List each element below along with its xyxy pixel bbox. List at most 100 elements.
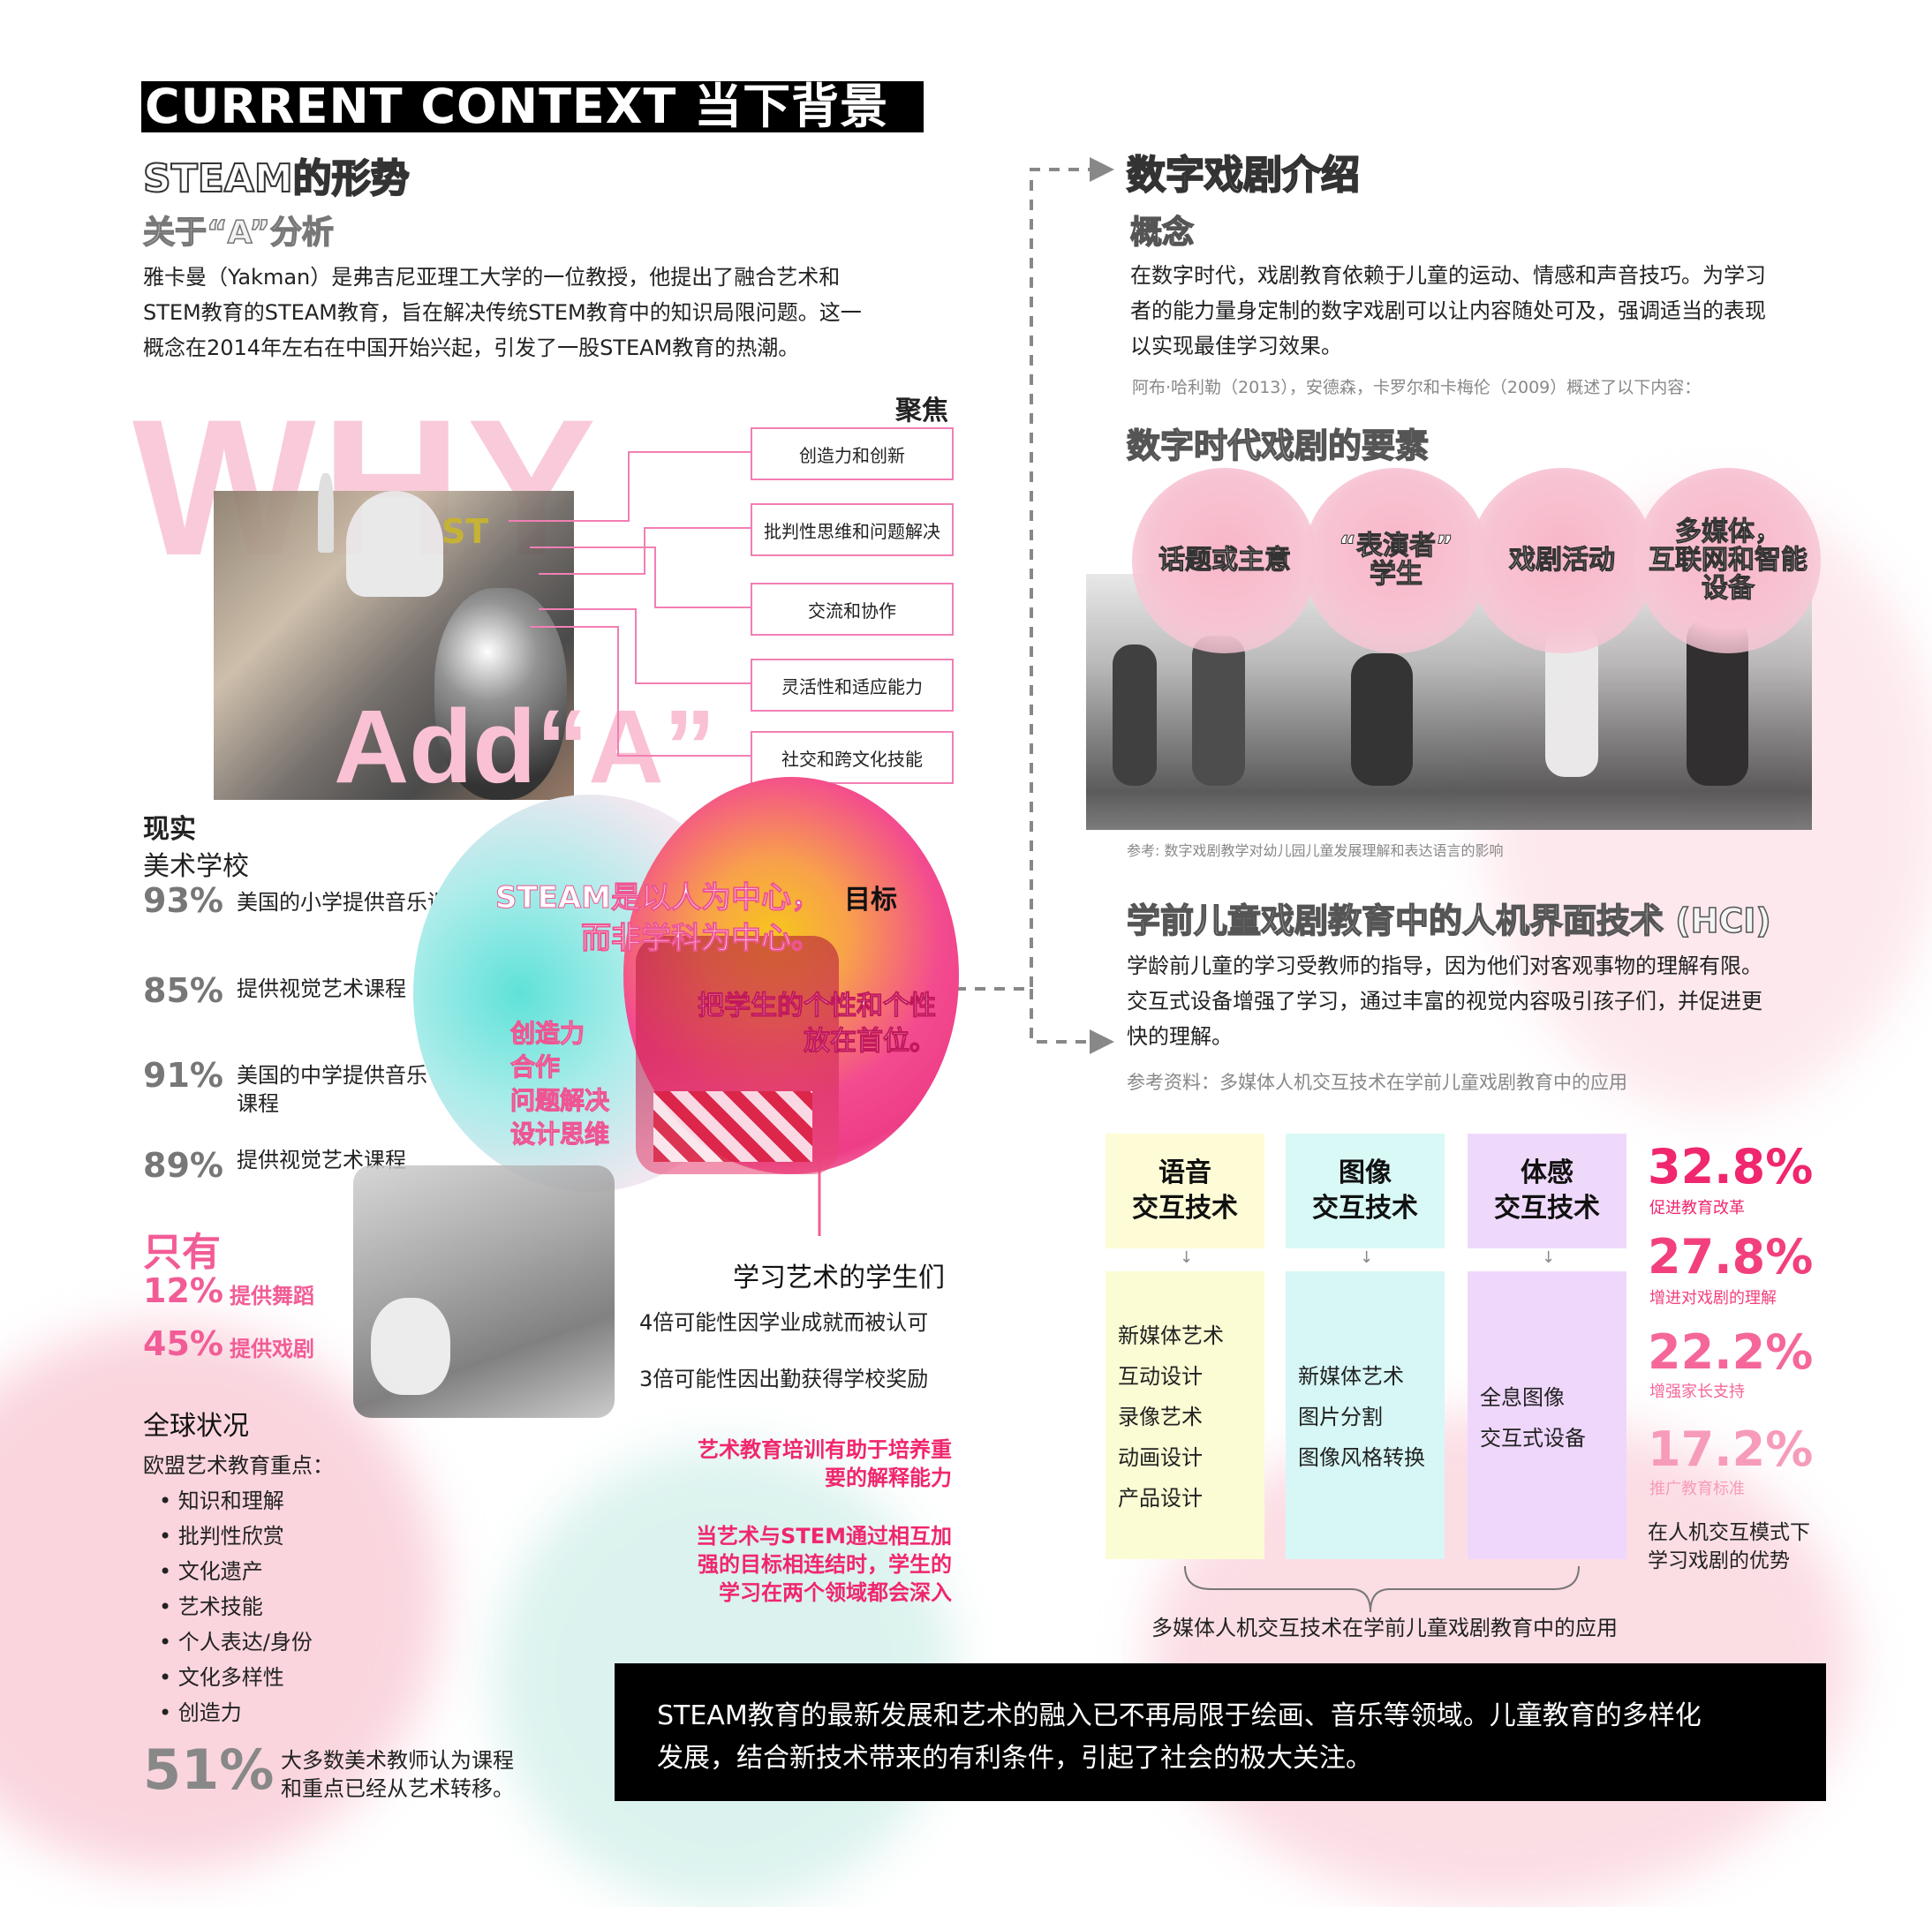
pink-note-line: 要的解释能力 — [825, 1466, 952, 1490]
hci-title: 学前儿童戏剧教育中的人机界面技术 (HCI) — [1126, 901, 1771, 941]
connector-line — [509, 451, 751, 522]
pink-note-interpretation: 艺术教育培训有助于培养重 要的解释能力 — [671, 1436, 952, 1492]
students-title: 学习艺术的学生们 — [733, 1263, 945, 1293]
student-first-statement: 把学生的个性和个性 放在首位。 — [680, 989, 937, 1059]
pink-note-deep-learning: 当艺术与STEM通过相互加 强的目标相连结时，学生的 学习在两个领域都会深入 — [653, 1522, 952, 1607]
down-arrow-icon: ↓ — [1360, 1248, 1374, 1267]
eu-bullet-text: 创造力 — [177, 1700, 242, 1725]
tech-item: 动画设计 — [1118, 1445, 1203, 1470]
eu-bullet-text: 个人表达/身份 — [177, 1630, 313, 1654]
tech-item: 录像艺术 — [1118, 1405, 1203, 1429]
eu-bullet: • 文化遗产 — [159, 1559, 263, 1584]
kid-silhouette — [1113, 644, 1157, 786]
hci-reference: 参考资料：多媒体人机交互技术在学前儿童戏剧教育中的应用 — [1127, 1072, 1627, 1093]
tech-item: 图片分割 — [1298, 1405, 1383, 1429]
element-bubble-topic: 话题或主意 — [1132, 468, 1317, 653]
tech-item: 交互式设备 — [1480, 1426, 1586, 1451]
tech-head-line: 交互技术 — [1312, 1193, 1418, 1224]
down-arrow-icon: ↓ — [1542, 1248, 1556, 1267]
student-fact: 4倍可能性因学业成就而被认可 — [639, 1310, 929, 1335]
final-stat-value: 51% — [143, 1737, 275, 1802]
only-stat-value: 12% — [143, 1271, 223, 1310]
down-arrow-icon: ↓ — [1180, 1248, 1194, 1267]
stat-value: 91% — [143, 1056, 223, 1095]
tech-column-head-motion: 体感 交互技术 — [1468, 1134, 1626, 1248]
student-fact: 3倍可能性因出勤获得学校奖励 — [639, 1367, 929, 1391]
dashed-connector-bottom — [1030, 989, 1091, 1044]
stat-text: 美国的中学提供音乐课程 — [237, 1063, 427, 1116]
advantage-pct: 27.8% — [1648, 1229, 1814, 1285]
advantage-pct: 22.2% — [1648, 1324, 1814, 1380]
global-label: 全球状况 — [143, 1411, 249, 1442]
eu-bullet-text: 知识和理解 — [177, 1489, 284, 1513]
tech-item: 图像风格转换 — [1298, 1445, 1425, 1470]
element-bubble-multimedia: 多媒体， 互联网和智能 设备 — [1635, 468, 1821, 653]
concept-paragraph: 在数字时代，戏剧教育依赖于儿童的运动、情感和声音技巧。为学习 者的能力量身定制的… — [1130, 258, 1837, 364]
eu-bullet: • 艺术技能 — [159, 1594, 263, 1619]
only-stat-value: 45% — [143, 1324, 223, 1363]
kid-silhouette — [1351, 653, 1413, 786]
student-first-line: 把学生的个性和个性 — [698, 991, 937, 1022]
element-bubble-activity: 戏剧活动 — [1469, 468, 1655, 653]
footer-summary-box: STEAM教育的最新发展和艺术的融入已不再局限于绘画、音乐等领域。儿童教育的多样… — [615, 1663, 1826, 1801]
only-stat-text: 提供戏剧 — [230, 1337, 314, 1361]
tech-brace — [1184, 1565, 1580, 1613]
skill-item: 设计思维 — [509, 1119, 610, 1149]
art-school-label: 美术学校 — [143, 851, 249, 882]
final-stat-line: 和重点已经从艺术转移。 — [281, 1776, 514, 1801]
advantage-pct-label: 推广教育标准 — [1649, 1480, 1745, 1498]
checker-floor — [653, 1091, 812, 1162]
tech-item: 新媒体艺术 — [1118, 1323, 1224, 1348]
skill-item: 合作 — [509, 1052, 561, 1082]
hci-line: 学龄前儿童的学习受教师的指导，因为他们对客观事物的理解有限。 — [1127, 954, 1762, 978]
connector-line — [539, 608, 751, 684]
advantage-pct-label: 促进教育改革 — [1649, 1199, 1745, 1217]
stat-value: 89% — [143, 1146, 223, 1185]
stat-value: 85% — [143, 971, 223, 1010]
concept-label: 概念 — [1129, 214, 1195, 252]
eu-bullet-text: 文化多样性 — [177, 1665, 284, 1690]
only-label: 只有 — [143, 1230, 221, 1275]
steam-statement: STEAM是以人为中心， 而非学科为中心。 — [477, 878, 821, 959]
photo-reference: 参考: 数字戏剧教学对幼儿园儿童发展理解和表达语言的影响 — [1127, 842, 1504, 859]
skill-item: 问题解决 — [509, 1086, 610, 1116]
advantage-line: 在人机交互模式下 — [1648, 1521, 1810, 1544]
only-stat-text: 提供舞蹈 — [230, 1284, 314, 1308]
concept-line: 者的能力量身定制的数字戏剧可以让内容随处可及，强调适当的表现 — [1130, 298, 1766, 323]
tech-item: 互动设计 — [1118, 1364, 1203, 1389]
bubble-line: 互联网和智能 — [1649, 545, 1808, 576]
stat-value: 93% — [143, 881, 223, 920]
pink-note-line: 当艺术与STEM通过相互加 — [696, 1524, 952, 1549]
student-first-line: 放在首位。 — [804, 1026, 937, 1058]
bubble-line: 学生 — [1370, 559, 1423, 590]
tech-head-line: 图像 — [1339, 1157, 1392, 1188]
fox-mask-figure — [371, 1298, 450, 1395]
concept-citation: 阿布·哈利勒（2013），安德森，卡罗尔和卡梅伦（2009）概述了以下内容： — [1132, 378, 1702, 397]
eu-label: 欧盟艺术教育重点： — [143, 1453, 334, 1478]
connector-line — [530, 546, 751, 608]
hci-paragraph: 学龄前儿童的学习受教师的指导，因为他们对客观事物的理解有限。 交互式设备增强了学… — [1127, 948, 1833, 1054]
eu-bullet: • 知识和理解 — [159, 1489, 284, 1513]
final-stat-text: 大多数美术教师认为课程 和重点已经从艺术转移。 — [281, 1746, 514, 1803]
bubble-line: 多媒体， — [1675, 516, 1782, 547]
footer-line: STEAM教育的最新发展和艺术的融入已不再局限于绘画、音乐等领域。儿童教育的多样… — [657, 1700, 1702, 1731]
bubble-line: “表演者” — [1339, 531, 1453, 562]
hci-line: 快的理解。 — [1127, 1024, 1233, 1049]
eu-bullet: • 创造力 — [159, 1700, 242, 1725]
tech-head-line: 交互技术 — [1494, 1193, 1600, 1224]
kids-dancing-photo — [353, 1165, 615, 1418]
advantage-line: 学习戏剧的优势 — [1648, 1549, 1790, 1572]
final-stat-line: 大多数美术教师认为课程 — [281, 1748, 514, 1773]
kid-silhouette — [1192, 636, 1245, 786]
eu-bullet-text: 批判性欣赏 — [177, 1524, 284, 1549]
pink-note-line: 学习在两个领域都会深入 — [719, 1580, 952, 1605]
tech-column-head-image: 图像 交互技术 — [1286, 1134, 1445, 1248]
bubble-line: 话题或主意 — [1158, 545, 1292, 576]
tech-caption: 多媒体人机交互技术在学前儿童戏剧教育中的应用 — [1151, 1616, 1618, 1640]
advantage-caption: 在人机交互模式下 学习戏剧的优势 — [1648, 1519, 1810, 1575]
skill-item: 创造力 — [509, 1019, 585, 1049]
eu-bullet-text: 艺术技能 — [177, 1594, 263, 1619]
dashed-arrowhead-top — [1090, 157, 1114, 182]
pink-note-line: 强的目标相连结时，学生的 — [698, 1552, 952, 1577]
goal-label: 目标 — [844, 885, 897, 916]
